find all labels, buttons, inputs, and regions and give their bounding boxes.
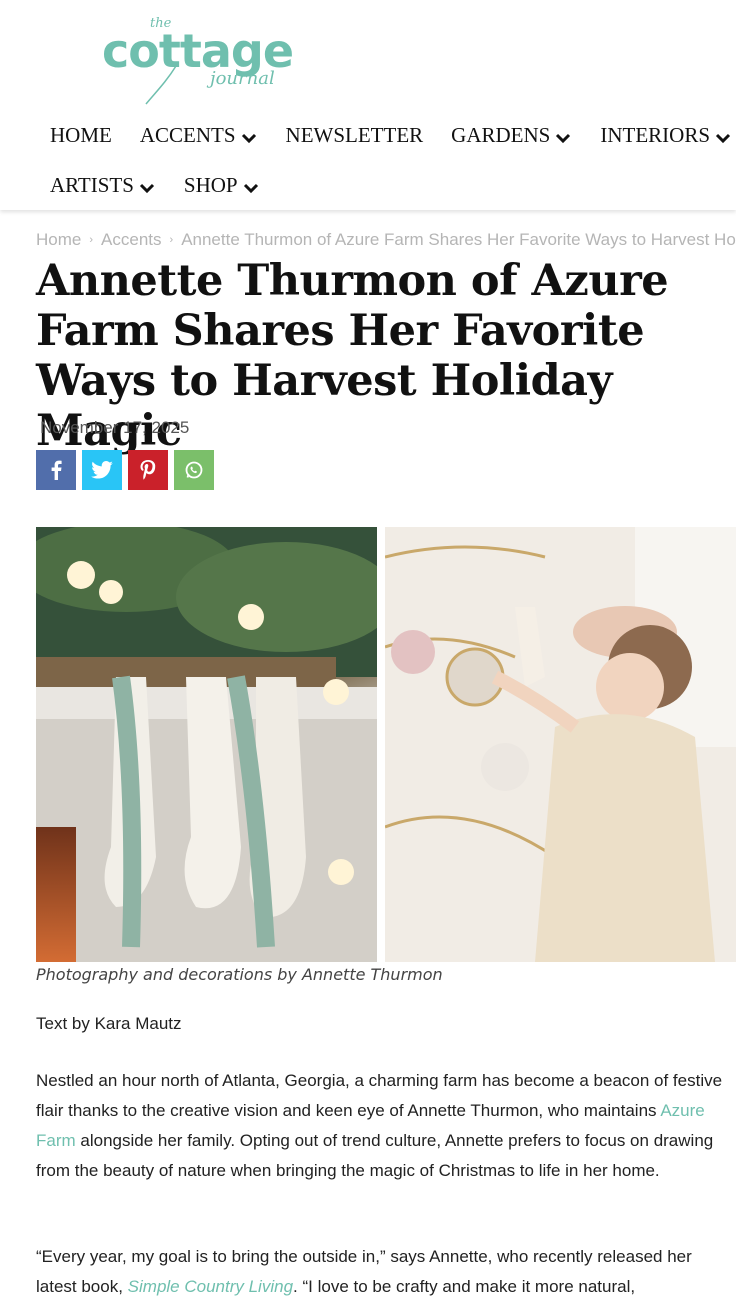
breadcrumb-current: Annette Thurmon of Azure Farm Shares Her…: [181, 230, 736, 249]
whatsapp-icon: [185, 461, 203, 479]
photo-mantel-stockings: [36, 527, 377, 962]
logo-journal: journal: [210, 68, 275, 89]
paragraph-text: . “I love to be crafty and make it more …: [293, 1277, 636, 1296]
breadcrumb-accents[interactable]: Accents: [101, 230, 161, 249]
chevron-down-icon: [243, 183, 258, 194]
nav-item-accents[interactable]: ACCENTS: [140, 123, 258, 148]
girl-ornaments-image: [385, 527, 736, 962]
nav-item-label: SHOP: [183, 172, 238, 197]
pinterest-share-button[interactable]: [128, 450, 168, 490]
site-logo[interactable]: the cottage journal: [100, 14, 320, 105]
nav-item-label: ACCENTS: [139, 122, 236, 147]
nav-item-label: INTERIORS: [600, 122, 711, 147]
mantel-stockings-image: [36, 527, 377, 962]
social-share-bar: [36, 450, 220, 490]
nav-item-label: NEWSLETTER: [285, 122, 424, 147]
nav-item-home[interactable]: HOME: [50, 123, 112, 148]
twitter-share-button[interactable]: [82, 450, 122, 490]
facebook-share-button[interactable]: [36, 450, 76, 490]
article-paragraph-2: “Every year, my goal is to bring the out…: [36, 1242, 734, 1302]
chevron-down-icon: [556, 133, 571, 144]
breadcrumb-home[interactable]: Home: [36, 230, 81, 249]
article-byline: Text by Kara Mautz: [36, 1014, 182, 1033]
breadcrumb-separator-icon: ›: [169, 234, 174, 246]
nav-item-artists[interactable]: ARTISTS: [50, 173, 156, 198]
nav-item-gardens[interactable]: GARDENS: [451, 123, 572, 148]
book-link[interactable]: Simple Country Living: [128, 1277, 293, 1296]
nav-row-1: HOME ACCENTS NEWSLETTER GARDENS INTERIOR…: [50, 110, 736, 160]
chevron-down-icon: [139, 183, 154, 194]
photo-girl-ornaments: [385, 527, 736, 962]
whatsapp-share-button[interactable]: [174, 450, 214, 490]
breadcrumb: Home › Accents › Annette Thurmon of Azure Fa…: [36, 230, 736, 250]
chevron-down-icon: [241, 133, 256, 144]
nav-item-label: ARTISTS: [50, 172, 134, 197]
nav-item-shop[interactable]: SHOP: [184, 173, 260, 198]
pinterest-icon: [140, 460, 156, 480]
paragraph-text: Nestled an hour north of Atlanta, Georgi…: [36, 1071, 723, 1120]
facebook-icon: [51, 460, 62, 480]
nav-row-2: ARTISTS SHOP: [50, 160, 288, 210]
nav-item-label: GARDENS: [451, 122, 551, 147]
site-header: the cottage journal HOME ACCENTS NEWSLET…: [0, 0, 736, 210]
nav-item-label: HOME: [50, 122, 112, 147]
chevron-down-icon: [715, 133, 731, 144]
article-date: November 17, 2025: [40, 418, 190, 437]
paragraph-text: alongside her family. Opting out of tren…: [36, 1131, 714, 1180]
photo-caption: Photography and decorations by Annette T…: [36, 965, 443, 984]
nav-item-interiors[interactable]: INTERIORS: [600, 123, 732, 148]
nav-item-newsletter[interactable]: NEWSLETTER: [286, 123, 424, 148]
breadcrumb-separator-icon: ›: [89, 234, 94, 246]
twitter-bird-icon: [91, 461, 113, 479]
article-paragraph-1: Nestled an hour north of Atlanta, Georgi…: [36, 1066, 734, 1186]
